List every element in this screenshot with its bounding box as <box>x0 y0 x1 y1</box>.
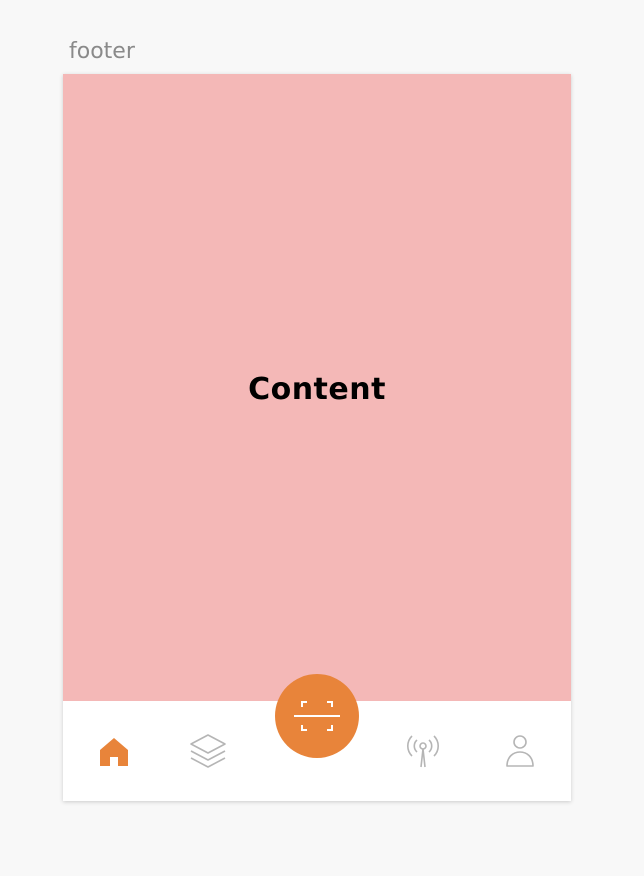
layers-icon <box>190 734 226 768</box>
scan-icon <box>294 701 340 731</box>
nav-profile[interactable] <box>490 701 550 801</box>
content-label: Content <box>248 372 386 407</box>
scan-button[interactable] <box>275 674 359 758</box>
broadcast-icon <box>407 735 439 768</box>
user-icon <box>506 735 534 767</box>
content-area: Content <box>63 74 571 701</box>
frame-title: footer <box>69 39 135 64</box>
phone-frame: Content <box>63 74 571 801</box>
footer-nav <box>63 674 571 801</box>
nav-home[interactable] <box>84 701 144 801</box>
home-icon <box>100 738 128 766</box>
nav-broadcast[interactable] <box>393 701 453 801</box>
nav-layers[interactable] <box>178 701 238 801</box>
